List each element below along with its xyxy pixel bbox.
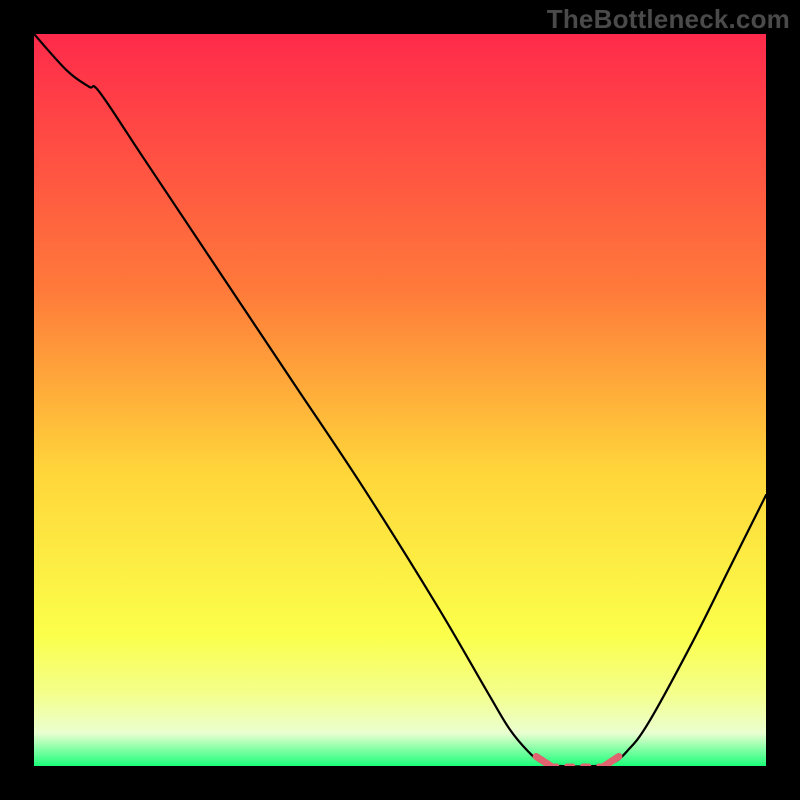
gradient-background — [34, 34, 766, 766]
chart-frame: TheBottleneck.com — [0, 0, 800, 800]
plot-area — [34, 34, 766, 766]
watermark-text: TheBottleneck.com — [547, 4, 790, 35]
chart-svg — [34, 34, 766, 766]
